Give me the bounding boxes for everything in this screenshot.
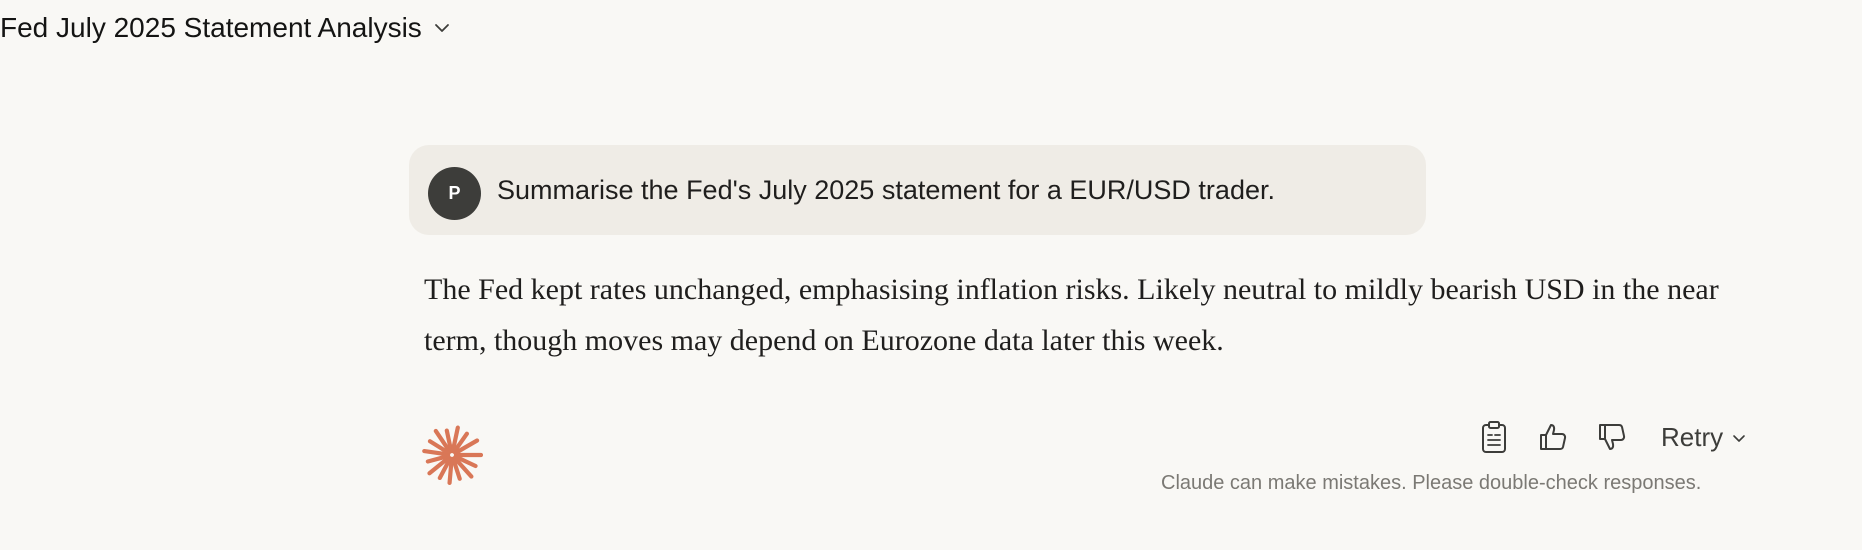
conversation-title-button[interactable]: Fed July 2025 Statement Analysis: [0, 8, 452, 48]
thumbs-up-icon[interactable]: [1533, 417, 1573, 457]
clipboard-icon[interactable]: [1474, 417, 1514, 457]
retry-button[interactable]: Retry: [1661, 422, 1747, 453]
message-actions: Retry: [1474, 417, 1747, 457]
retry-label: Retry: [1661, 421, 1724, 452]
avatar: P: [428, 167, 481, 220]
disclaimer-text: Claude can make mistakes. Please double-…: [1161, 472, 1702, 494]
thumbs-down-icon[interactable]: [1592, 417, 1632, 457]
conversation-title: Fed July 2025 Statement Analysis: [0, 12, 422, 43]
chevron-down-icon: [432, 18, 452, 38]
user-message-text: Summarise the Fed's July 2025 statement …: [497, 174, 1275, 205]
claude-sparkle-icon: [421, 424, 484, 486]
chevron-down-icon: [1731, 422, 1747, 453]
assistant-message-text: The Fed kept rates unchanged, emphasisin…: [424, 273, 1719, 357]
user-message-bubble: P Summarise the Fed's July 2025 statemen…: [409, 145, 1426, 235]
